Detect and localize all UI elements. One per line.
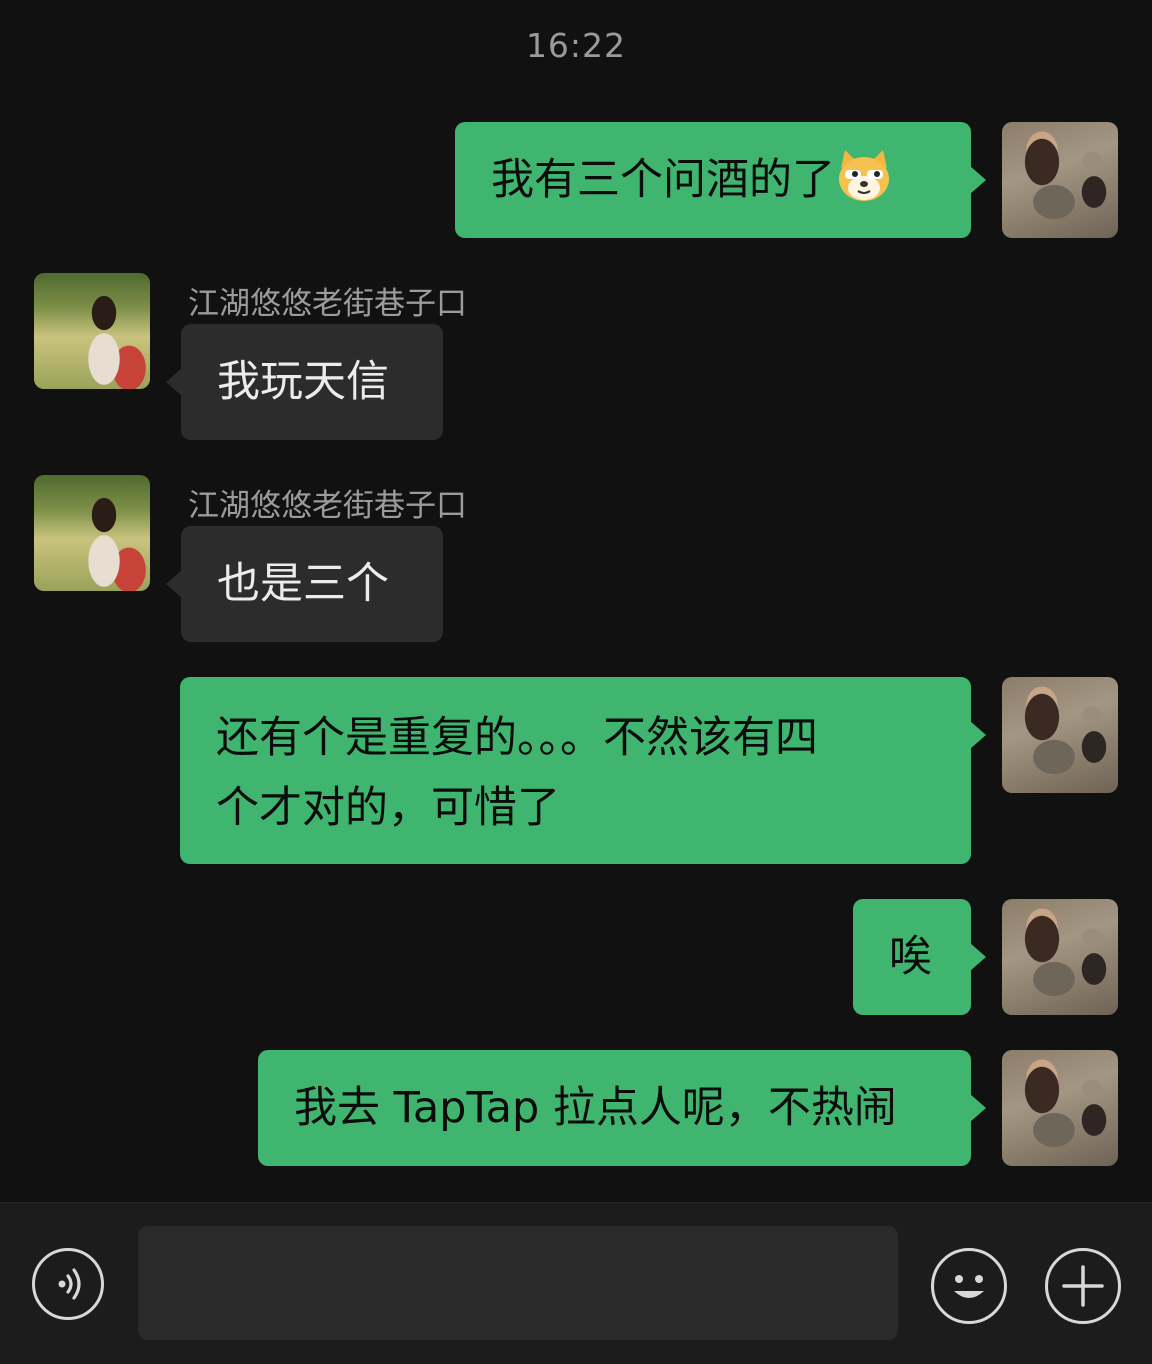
contact-avatar[interactable] <box>34 475 150 591</box>
more-button[interactable] <box>1045 1248 1121 1324</box>
message-text-line: 还有个是重复的。。。不然该有四 <box>216 713 818 763</box>
sender-name: 江湖悠悠老街巷子口 <box>188 488 467 524</box>
message-text: 我去 TapTap 拉点人呢，不热闹 <box>294 1083 897 1133</box>
contact-avatar[interactable] <box>34 273 150 389</box>
message-text: 我有三个问酒的了 <box>491 155 835 205</box>
sender-name: 江湖悠悠老街巷子口 <box>188 286 467 322</box>
message-bubble[interactable]: 我玩天信 <box>166 324 443 440</box>
message-bubble[interactable]: 还有个是重复的。。。不然该有四 个才对的，可惜了 <box>180 677 986 864</box>
self-avatar[interactable] <box>1002 677 1118 793</box>
message-bubble[interactable]: 我有三个问酒的了 <box>455 122 986 238</box>
message-text: 也是三个 <box>217 559 389 609</box>
message-bubble[interactable]: 也是三个 <box>166 526 443 642</box>
chat-screen: 16:22 我有三个问酒的了 江湖悠悠老街巷子口 我玩天信 江湖悠悠老街巷子口 … <box>0 0 1152 1364</box>
message-text: 我玩天信 <box>217 357 389 407</box>
message-timestamp: 16:22 <box>525 26 627 65</box>
self-avatar[interactable] <box>1002 122 1118 238</box>
message-text: 唉 <box>889 932 932 982</box>
voice-button[interactable] <box>32 1248 104 1320</box>
message-text-line: 个才对的，可惜了 <box>216 783 560 833</box>
message-bubble[interactable]: 我去 TapTap 拉点人呢，不热闹 <box>258 1050 986 1166</box>
voice-icon <box>58 1268 81 1300</box>
plus-icon <box>1062 1265 1104 1307</box>
smile-icon <box>954 1275 984 1298</box>
doge-emoji-icon <box>835 146 893 204</box>
message-input[interactable] <box>138 1226 898 1340</box>
input-bar <box>0 1202 1152 1364</box>
emoji-button[interactable] <box>931 1248 1007 1324</box>
message-bubble[interactable]: 唉 <box>853 899 986 1015</box>
self-avatar[interactable] <box>1002 899 1118 1015</box>
self-avatar[interactable] <box>1002 1050 1118 1166</box>
